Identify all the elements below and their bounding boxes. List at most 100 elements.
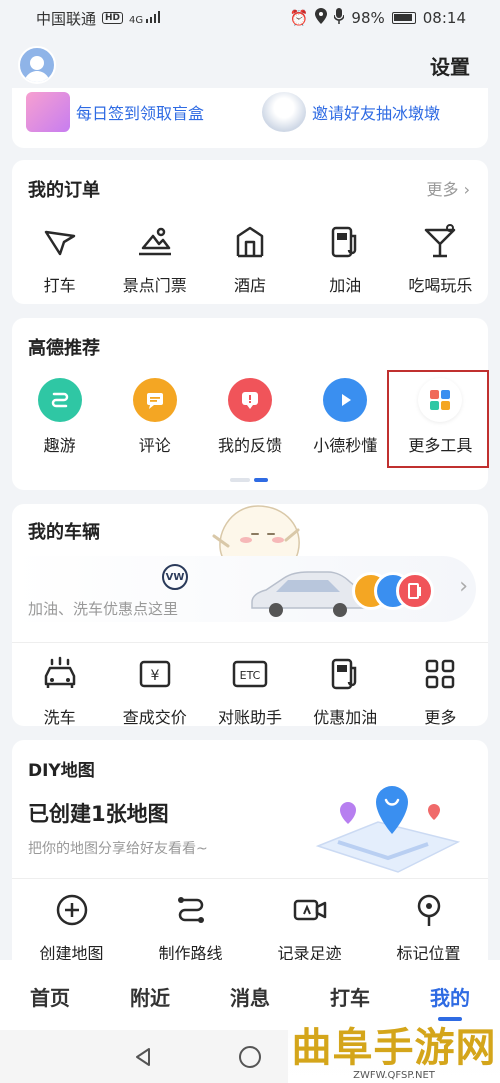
avatar[interactable] [18,46,56,84]
clock: 08:14 [422,9,466,27]
carrier-label: 中国联通 [36,9,97,28]
diy-headline[interactable]: 已创建1张地图 [28,798,169,828]
tab-nearby[interactable]: 附近 [100,960,200,1030]
recommend-item-feedback[interactable]: 我的反馈 [202,378,297,456]
feedback-icon [228,378,272,422]
bottom-tab-bar: 首页 附近 消息 打车 我的 [0,960,500,1030]
daily-checkin-label: 每日签到领取盲盒 [76,104,205,123]
tab-messages[interactable]: 消息 [200,960,300,1030]
order-item-tickets[interactable]: 景点门票 [107,222,202,296]
diy-title: DIY地图 [28,761,95,781]
location-pin-icon [417,894,440,926]
mascot-icon [262,92,306,132]
taxi-icon [44,230,75,256]
network-type: 4G [129,14,144,26]
orders-more-label: 更多 [426,180,459,199]
etc-glyph: ETC [240,669,261,682]
orders-card: 我的订单 更多 › 打车 景点门票 酒店 加油 吃喝玩乐 [12,160,488,304]
vehicle-item-label: 优惠加油 [313,708,378,727]
vehicle-panel[interactable]: VW 加油、洗车优惠点这里 › [12,556,476,622]
back-icon[interactable] [133,1046,153,1068]
comment-icon [132,378,177,422]
recommend-item-label: 小德秒懂 [313,436,378,455]
vehicle-tools-row: 洗车 ¥ 查成交价 ETC 对账助手 优惠加油 更多 [12,654,488,728]
fuel-badge-icon [396,572,434,610]
yen-glyph: ¥ [150,668,159,684]
tab-label: 打车 [330,986,370,1010]
order-item-taxi[interactable]: 打车 [12,222,107,296]
diy-tools-row: 创建地图 制作路线 记录足迹 标记位置 [12,890,488,964]
tab-label: 首页 [30,986,70,1010]
order-item-fun[interactable]: 吃喝玩乐 [393,222,488,296]
username-redacted[interactable] [68,57,218,73]
tab-label: 附近 [130,986,170,1010]
play-icon [323,378,368,422]
order-item-label: 加油 [329,276,362,295]
invite-friends-label: 邀请好友抽冰墩墩 [312,104,441,123]
recommend-title: 高德推荐 [28,338,100,359]
vehicle-item-label: 洗车 [43,708,76,727]
order-item-fuel[interactable]: 加油 [298,222,393,296]
car-wash-icon [44,656,75,688]
battery-icon [391,12,416,24]
car-illustration [251,571,367,617]
route-icon [37,378,82,422]
mountain-icon [138,227,171,256]
price-tag-icon: ¥ [139,660,171,688]
home-circle-icon[interactable] [238,1045,262,1069]
vehicle-item-price[interactable]: ¥ 查成交价 [107,654,202,728]
orders-title: 我的订单 [28,180,100,201]
tab-home[interactable]: 首页 [0,960,100,1030]
etc-icon: ETC [232,660,268,688]
order-item-hotel[interactable]: 酒店 [202,222,297,296]
diy-subtext: 把你的地图分享给好友看看~ [28,841,208,857]
recommend-item-xiaode[interactable]: 小德秒懂 [298,378,393,456]
vehicle-item-more[interactable]: 更多 [393,654,488,728]
vw-logo: VW [162,564,188,590]
page-indicator [230,478,268,482]
page-dot-active [254,478,268,482]
diy-item-make-route[interactable]: 制作路线 [131,890,250,964]
highlight-frame [387,370,489,468]
vehicle-item-label: 更多 [424,708,457,727]
order-item-label: 吃喝玩乐 [408,276,473,295]
diy-item-mark-location[interactable]: 标记位置 [369,890,488,964]
recommend-item-comment[interactable]: 评论 [107,378,202,456]
route-line-icon [177,897,204,923]
promo-banner-card: 每日签到领取盲盒 邀请好友抽冰墩墩 [12,88,488,148]
vehicle-card: 我的车辆 VW 加油、洗车优惠点这里 › 洗车 ¥ 查成交价 ETC 对账助手 … [12,504,488,728]
vehicle-item-wash[interactable]: 洗车 [12,654,107,728]
diy-map-card: DIY地图 已创建1张地图 把你的地图分享给好友看看~ 创建地图 制作路线 记录… [12,740,488,964]
watermark-title: 曲阜手游网 [291,1023,497,1071]
tab-label: 我的 [430,986,470,1010]
diy-item-record[interactable]: 记录足迹 [250,890,369,964]
watermark: 曲阜手游网 ZWFW.QFSP.NET [288,1023,500,1083]
vehicle-title: 我的车辆 [28,522,100,543]
location-icon [315,8,328,28]
vehicle-item-fuel-discount[interactable]: 优惠加油 [298,654,393,728]
settings-button[interactable]: 设置 [430,51,470,80]
cocktail-icon [425,224,456,258]
recommend-item-quyou[interactable]: 趣游 [12,378,107,456]
orders-more-link[interactable]: 更多 › [426,176,470,200]
diy-item-create-map[interactable]: 创建地图 [12,890,131,964]
alarm-icon: ⏰ [289,9,309,27]
divider [12,878,488,879]
daily-checkin-banner[interactable]: 每日签到领取盲盒 [26,92,204,132]
vehicle-hint: 加油、洗车优惠点这里 [28,600,179,618]
tab-taxi[interactable]: 打车 [300,960,400,1030]
mic-icon [333,8,346,28]
gift-box-icon [26,92,70,132]
tab-mine[interactable]: 我的 [400,960,500,1030]
invite-friends-banner[interactable]: 邀请好友抽冰墩墩 [262,92,440,132]
vehicle-item-label: 对账助手 [218,708,283,727]
hd-badge: HD [102,12,124,24]
page-dot [230,478,250,482]
order-item-label: 打车 [43,276,76,295]
vehicle-item-etc[interactable]: ETC 对账助手 [202,654,297,728]
chevron-right-icon: › [459,574,468,599]
tab-label: 消息 [230,986,270,1010]
recommend-item-label: 评论 [138,436,171,455]
fuel-icon [331,226,357,258]
profile-header: 设置 [0,40,500,90]
